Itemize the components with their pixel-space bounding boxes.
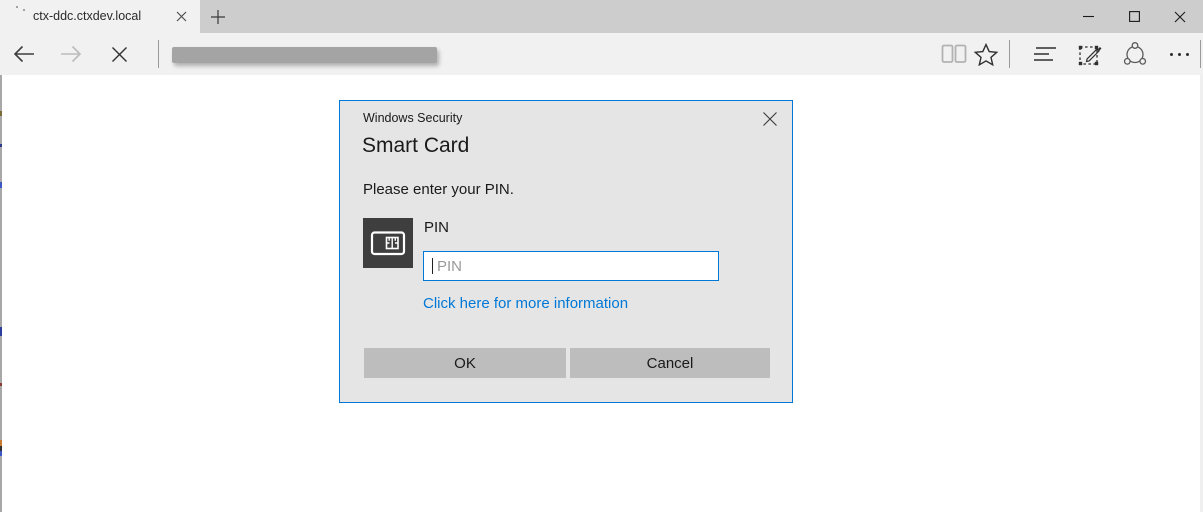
window-close-icon [1174,11,1186,22]
favorites-button[interactable] [966,33,1006,75]
minimize-button[interactable] [1065,0,1111,33]
dialog-close-button[interactable] [760,109,780,129]
ok-button[interactable]: OK [364,348,566,378]
toolbar-divider [158,40,159,68]
plus-icon [211,9,225,24]
screenshot-root: { "tab_bar": { "tabs": [ { "title": "ctx… [0,0,1203,512]
back-icon [13,45,34,63]
tab-loading-dots-icon [15,5,27,13]
toolbar-divider [1009,40,1010,68]
pin-input[interactable] [423,251,719,281]
dialog-caption: Windows Security [363,111,463,125]
windows-security-dialog: Windows Security Smart Card Please enter… [339,100,793,403]
reading-view-icon [941,44,967,63]
smart-card-icon [363,218,413,268]
maximize-button[interactable] [1111,0,1157,33]
more-icon [1169,52,1189,56]
hub-button[interactable] [1025,33,1065,75]
back-button[interactable] [4,33,44,75]
tab-title: ctx-ddc.ctxdev.local [33,9,142,23]
stop-button[interactable] [99,33,139,75]
pin-label: PIN [424,219,450,236]
cancel-button[interactable]: Cancel [570,348,770,378]
new-tab-button[interactable] [205,4,231,29]
browser-window: ctx-ddc.ctxdev.local Windows Security Sm… [0,0,1203,512]
web-note-button[interactable] [1070,33,1110,75]
dialog-message: Please enter your PIN. [363,181,514,198]
text-caret [432,258,433,274]
address-bar-redacted[interactable] [172,47,437,63]
tab-bar: ctx-ddc.ctxdev.local [0,0,1203,33]
close-button[interactable] [1157,0,1203,33]
forward-button[interactable] [51,33,91,75]
favorites-star-icon [974,42,998,66]
dialog-close-icon [763,112,777,126]
minimize-icon [1082,15,1094,18]
tab-close-icon[interactable] [170,5,192,27]
window-edge-divider [1200,40,1201,68]
page-content: Windows Security Smart Card Please enter… [0,75,1203,512]
share-button[interactable] [1115,33,1155,75]
dialog-title: Smart Card [362,134,470,157]
share-icon [1123,42,1147,65]
tab-ctx-ddc[interactable]: ctx-ddc.ctxdev.local [0,0,200,33]
background-window-sliver [0,75,2,512]
hub-icon [1034,47,1056,61]
forward-icon [61,45,82,63]
window-controls [1065,0,1203,33]
more-information-link[interactable]: Click here for more information [423,295,628,312]
more-button[interactable] [1159,33,1199,75]
pin-field-wrapper [423,251,719,281]
toolbar [0,33,1203,75]
maximize-icon [1128,11,1140,22]
stop-icon [111,46,127,62]
web-note-icon [1078,45,1101,65]
